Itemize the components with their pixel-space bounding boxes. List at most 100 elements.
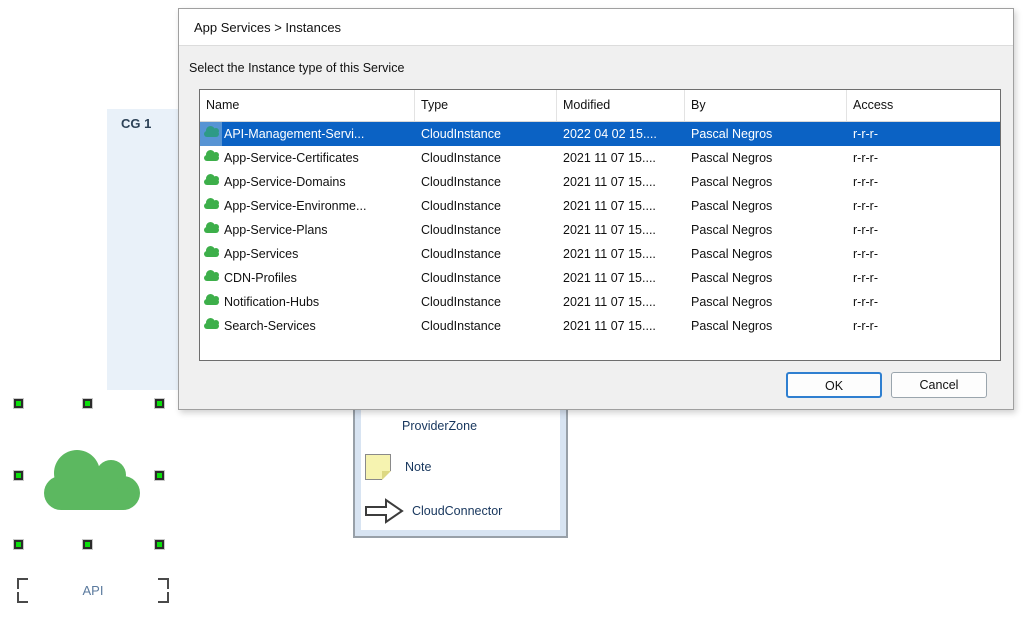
cell-modified: 2021 11 07 15.... <box>563 247 656 261</box>
label-bracket-top-right <box>158 578 169 589</box>
cell-by: Pascal Negros <box>691 199 773 213</box>
note-icon <box>365 454 391 480</box>
cell-access: r-r-r- <box>853 175 878 189</box>
cell-type: CloudInstance <box>421 175 501 189</box>
cloud-instance-icon <box>203 126 219 137</box>
cell-type: CloudInstance <box>421 319 501 333</box>
cloud-instance-icon <box>203 318 219 329</box>
cell-name: API-Management-Servi... <box>224 127 365 141</box>
table-header-row: Name Type Modified By Access <box>200 90 1000 122</box>
diagram-canvas: CG 1 API ProviderZone Note CloudConnecto… <box>0 0 1024 622</box>
cell-name: App-Service-Domains <box>224 175 346 189</box>
cloud-instance-icon <box>203 174 219 185</box>
cell-access: r-r-r- <box>853 223 878 237</box>
cell-access: r-r-r- <box>853 319 878 333</box>
selection-handle-bottom-left[interactable] <box>14 540 23 549</box>
dialog-subtitle: Select the Instance type of this Service <box>189 61 405 75</box>
cell-type: CloudInstance <box>421 295 501 309</box>
palette-item-label: Note <box>405 460 432 474</box>
table-row[interactable]: Search-Services CloudInstance 2021 11 07… <box>200 314 1000 338</box>
selection-handle-top-right[interactable] <box>155 399 164 408</box>
cell-by: Pascal Negros <box>691 271 773 285</box>
cell-type: CloudInstance <box>421 271 501 285</box>
palette-item-providerzone[interactable]: ProviderZone <box>402 412 477 440</box>
cell-modified: 2021 11 07 15.... <box>563 151 656 165</box>
selection-handle-middle-right[interactable] <box>155 471 164 480</box>
cloud-shape-label[interactable]: API <box>58 583 128 598</box>
cell-modified: 2021 11 07 15.... <box>563 223 656 237</box>
cloud-instance-icon <box>203 222 219 233</box>
cell-access: r-r-r- <box>853 247 878 261</box>
cell-by: Pascal Negros <box>691 151 773 165</box>
shape-palette-panel: ProviderZone Note CloudConnector <box>353 396 568 538</box>
cell-type: CloudInstance <box>421 199 501 213</box>
cloud-instance-icon <box>203 198 219 209</box>
cloud-group-label: CG 1 <box>121 116 152 131</box>
cloud-instance-icon <box>203 270 219 281</box>
ok-button[interactable]: OK <box>786 372 882 398</box>
label-bracket-top-left <box>17 578 28 589</box>
selection-handle-bottom-center[interactable] <box>83 540 92 549</box>
cell-name: App-Service-Certificates <box>224 151 359 165</box>
cloud-instance-icon <box>203 150 219 161</box>
cloud-instance-icon <box>203 294 219 305</box>
table-row[interactable]: App-Services CloudInstance 2021 11 07 15… <box>200 242 1000 266</box>
cell-access: r-r-r- <box>853 271 878 285</box>
column-header-type[interactable]: Type <box>415 90 557 121</box>
column-header-access[interactable]: Access <box>847 90 1000 121</box>
dialog-titlebar: App Services > Instances <box>179 9 1013 46</box>
instance-table: Name Type Modified By Access API-Managem… <box>199 89 1001 361</box>
cell-type: CloudInstance <box>421 223 501 237</box>
cell-by: Pascal Negros <box>691 247 773 261</box>
cell-type: CloudInstance <box>421 127 501 141</box>
cell-name: App-Services <box>224 247 299 261</box>
cell-type: CloudInstance <box>421 247 501 261</box>
instance-picker-dialog: App Services > Instances Select the Inst… <box>178 8 1014 410</box>
column-header-name[interactable]: Name <box>200 90 415 121</box>
cell-access: r-r-r- <box>853 295 878 309</box>
dialog-title: App Services > Instances <box>194 20 342 35</box>
cell-name: Notification-Hubs <box>224 295 320 309</box>
cell-access: r-r-r- <box>853 199 878 213</box>
cell-by: Pascal Negros <box>691 175 773 189</box>
cell-modified: 2021 11 07 15.... <box>563 295 656 309</box>
table-row[interactable]: App-Service-Environme... CloudInstance 2… <box>200 194 1000 218</box>
palette-item-label: CloudConnector <box>412 504 503 518</box>
cell-access: r-r-r- <box>853 151 878 165</box>
cell-name: Search-Services <box>224 319 316 333</box>
cloud-instance-icon <box>203 246 219 257</box>
cell-access: r-r-r- <box>853 127 878 141</box>
label-bracket-bottom-right <box>158 592 169 603</box>
cell-type: CloudInstance <box>421 151 501 165</box>
cell-modified: 2021 11 07 15.... <box>563 319 656 333</box>
label-bracket-bottom-left <box>17 592 28 603</box>
table-row[interactable]: App-Service-Certificates CloudInstance 2… <box>200 146 1000 170</box>
selection-handle-top-center[interactable] <box>83 399 92 408</box>
cell-by: Pascal Negros <box>691 127 773 141</box>
cell-modified: 2021 11 07 15.... <box>563 199 656 213</box>
cell-by: Pascal Negros <box>691 223 773 237</box>
column-header-modified[interactable]: Modified <box>557 90 685 121</box>
shape-palette-list: ProviderZone Note CloudConnector <box>361 404 560 530</box>
palette-item-note[interactable]: Note <box>365 453 431 481</box>
cell-name: App-Service-Plans <box>224 223 328 237</box>
cell-name: CDN-Profiles <box>224 271 297 285</box>
table-row[interactable]: Notification-Hubs CloudInstance 2021 11 … <box>200 290 1000 314</box>
table-row[interactable]: CDN-Profiles CloudInstance 2021 11 07 15… <box>200 266 1000 290</box>
cell-by: Pascal Negros <box>691 319 773 333</box>
selection-handle-middle-left[interactable] <box>14 471 23 480</box>
cancel-button[interactable]: Cancel <box>891 372 987 398</box>
cell-by: Pascal Negros <box>691 295 773 309</box>
selection-handle-bottom-right[interactable] <box>155 540 164 549</box>
cell-modified: 2021 11 07 15.... <box>563 271 656 285</box>
table-row[interactable]: App-Service-Domains CloudInstance 2021 1… <box>200 170 1000 194</box>
table-row[interactable]: App-Service-Plans CloudInstance 2021 11 … <box>200 218 1000 242</box>
cell-modified: 2022 04 02 15.... <box>563 127 657 141</box>
table-row[interactable]: API-Management-Servi... CloudInstance 20… <box>200 122 1000 146</box>
selection-handle-top-left[interactable] <box>14 399 23 408</box>
column-header-by[interactable]: By <box>685 90 847 121</box>
connector-arrow-icon <box>365 498 404 524</box>
cell-modified: 2021 11 07 15.... <box>563 175 656 189</box>
palette-item-cloudconnector[interactable]: CloudConnector <box>363 497 502 525</box>
cloud-shape[interactable] <box>44 450 140 510</box>
